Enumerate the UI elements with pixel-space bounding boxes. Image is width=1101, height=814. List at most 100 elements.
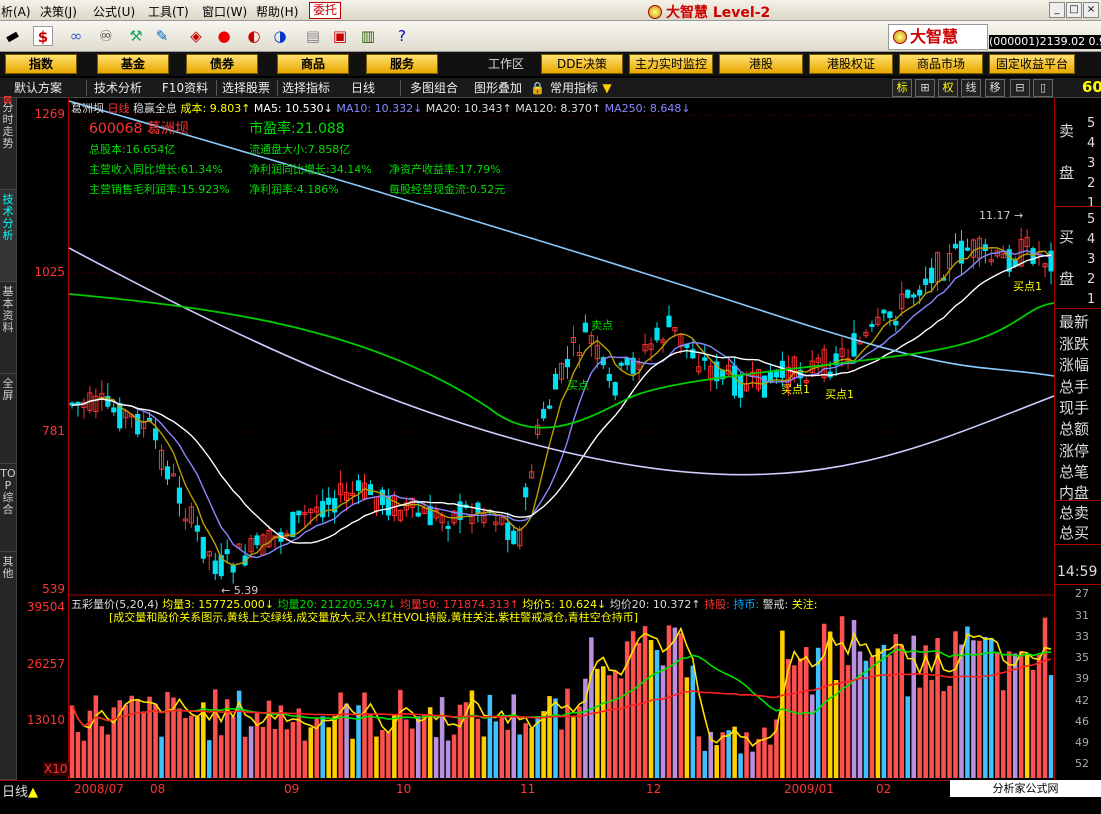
y-axis: 1269 1025 781 539 39504 26257 13010 X10 … (3, 93, 69, 780)
volume-bar (165, 692, 170, 778)
vtab-fullscreen[interactable]: 全屏 (0, 374, 17, 464)
volume-bar (839, 616, 845, 778)
tab-select-stock[interactable]: 选择股票 (218, 79, 274, 97)
x-label: 10 (396, 782, 412, 796)
candle-body (296, 510, 302, 516)
help-icon[interactable]: ? (392, 26, 412, 46)
binoculars-icon[interactable]: ♾ (96, 26, 116, 46)
hold-label: 持股: (704, 598, 730, 611)
hk-stock-button[interactable]: 港股 (719, 54, 803, 74)
close-button[interactable]: × (1083, 2, 1099, 18)
volume-bar (404, 719, 409, 778)
mark-button[interactable]: 标 (892, 79, 912, 97)
candle-body (511, 530, 517, 545)
volume-bar (702, 750, 708, 778)
lock-icon[interactable]: 🔒 (530, 79, 545, 97)
vol-ma3-line (71, 626, 1052, 747)
fixed-income-button[interactable]: 固定收益平台 (989, 54, 1075, 74)
ma10-value: MA10: 10.332↓ (336, 102, 423, 115)
tab-daily[interactable]: 日线 (346, 79, 380, 97)
volume-bar (762, 727, 767, 778)
tab-select-indicator[interactable]: 选择指标 (278, 79, 334, 97)
volume-bar (218, 735, 224, 778)
rights-button[interactable]: 权 (938, 79, 958, 97)
pencil-icon[interactable]: ✎ (152, 26, 172, 46)
volume-bar (995, 652, 1000, 778)
maximize-button[interactable]: □ (1066, 2, 1082, 18)
vtab-tech-analysis[interactable]: 技术分析 (0, 190, 17, 282)
candle-body (355, 480, 362, 491)
high-value: 11.17 (979, 209, 1011, 222)
line-button[interactable]: 线 (961, 79, 981, 97)
volume-bar (69, 705, 75, 778)
vtab-basic-info[interactable]: 基本资料 (0, 282, 17, 374)
menu-tools[interactable]: 工具(T) (148, 3, 189, 20)
cost-line (69, 293, 1054, 429)
glasses-icon[interactable]: ∞ (66, 26, 86, 46)
vol-scale: 31 (1075, 609, 1089, 622)
books-icon[interactable]: ▥ (358, 26, 378, 46)
menu-decision[interactable]: 决策(J) (40, 3, 77, 20)
dollar-icon[interactable]: $ (33, 26, 53, 46)
red-ball-icon[interactable]: ● (214, 26, 234, 46)
tools-icon[interactable]: ⚒ (126, 26, 146, 46)
tab-separator (400, 80, 401, 96)
vtab-top[interactable]: TOP综合 (0, 464, 17, 552)
volume-bar (386, 731, 391, 778)
field-total-buy: 总买 (1059, 524, 1090, 542)
volume-bar (959, 644, 964, 778)
gross-margin: 主营销售毛利润率:15.923% (89, 183, 230, 196)
tab-tech-analysis[interactable]: 技术分析 (90, 79, 146, 97)
vtab-other[interactable]: 其他 (0, 552, 17, 780)
vol-tick: 39504 (26, 600, 65, 614)
volume-bar (756, 738, 761, 778)
volume-description: [成交量和股价关系图示,黄线上交绿线,成交量放大,买入!红柱VOL持股,黄柱关注… (109, 611, 639, 624)
ruler-icon[interactable]: ▬ (0, 22, 26, 49)
nav-bond-button[interactable]: 债券 (186, 54, 258, 74)
nav-fund-button[interactable]: 基金 (97, 54, 169, 74)
nav-commodity-button[interactable]: 商品 (277, 54, 349, 74)
nav-index-button[interactable]: 指数 (5, 54, 77, 74)
left-vertical-tabs: 分时走势 技术分析 基本资料 全屏 TOP综合 其他 (0, 98, 17, 780)
panel-button[interactable]: ▯ (1033, 79, 1053, 97)
commodity-market-button[interactable]: 商品市场 (899, 54, 983, 74)
candle-body (923, 278, 929, 285)
volume-bar (750, 751, 755, 778)
tab-multi-chart[interactable]: 多图组合 (402, 79, 466, 97)
blue-ball-icon[interactable]: ◑ (270, 26, 290, 46)
hk-warrant-button[interactable]: 港股权证 (809, 54, 893, 74)
menu-help[interactable]: 帮助(H) (256, 3, 298, 20)
volume-bar (989, 637, 994, 778)
current-time: 14:59 (1057, 564, 1098, 580)
minimize-button[interactable]: _ (1049, 2, 1065, 18)
volume-bar (1048, 675, 1054, 778)
volume-bar (965, 626, 970, 778)
nav-service-button[interactable]: 服务 (366, 54, 438, 74)
dropdown-icon[interactable]: ▼ (602, 79, 612, 97)
panel-divider (1055, 206, 1101, 207)
candle-body (200, 536, 206, 559)
tab-default-scheme[interactable]: 默认方案 (8, 79, 68, 97)
grid-button[interactable]: ⊞ (915, 79, 935, 97)
tab-overlay[interactable]: 图形叠加 (470, 79, 526, 97)
menu-window[interactable]: 窗口(W) (202, 3, 247, 20)
period-selector[interactable]: 日线▲ (2, 781, 38, 800)
window-icon[interactable]: ▣ (330, 26, 350, 46)
volume-bar (738, 753, 743, 778)
field-amount: 总额 (1059, 420, 1090, 438)
red-ball2-icon[interactable]: ◐ (244, 26, 264, 46)
target-icon[interactable]: ◈ (186, 26, 206, 46)
page-icon[interactable]: ▤ (303, 26, 323, 46)
dde-button[interactable]: DDE决策 (541, 54, 623, 74)
entrust-button[interactable]: 委托 (309, 2, 341, 19)
menu-formula[interactable]: 公式(U) (93, 3, 135, 20)
monitor-button[interactable]: 主力实时监控 (629, 54, 713, 74)
tab-common-indicator[interactable]: 常用指标 (546, 79, 602, 97)
tab-f10[interactable]: F10资料 (160, 79, 210, 97)
vtab-time-share[interactable]: 分时走势 (0, 98, 17, 190)
menu-analysis[interactable]: 析(A) (1, 3, 31, 20)
volume-bar (207, 740, 212, 778)
scroll-icon[interactable]: ⊠ (3, 93, 12, 106)
window-layout-button[interactable]: ⊟ (1010, 79, 1030, 97)
move-button[interactable]: 移 (985, 79, 1005, 97)
